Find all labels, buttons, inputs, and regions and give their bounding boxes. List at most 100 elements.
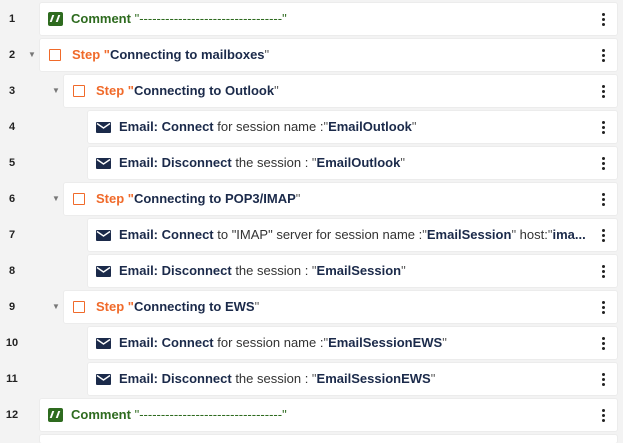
comment-keyword: Comment (71, 407, 131, 422)
envelope-icon (96, 374, 111, 385)
more-vertical-icon[interactable] (595, 327, 611, 359)
action-card[interactable]: Step "Connecting to POP3/IMAP" (64, 183, 617, 215)
action-card[interactable]: Email: Connect for session name :"EmailO… (88, 111, 617, 143)
email-keyword: Email: Connect (119, 119, 214, 134)
chevron-down-icon[interactable]: ▼ (26, 37, 38, 73)
line-number: 11 (6, 373, 18, 385)
envelope-icon (96, 230, 111, 241)
more-vertical-icon[interactable] (595, 219, 611, 251)
step-keyword: Step (96, 299, 125, 314)
action-card[interactable]: Comment "-------------------------------… (40, 3, 617, 35)
comment-icon (48, 12, 63, 26)
line-number: 9 (8, 301, 16, 313)
action-row[interactable]: 3 ▼ Step "Connecting to Outlook" (0, 73, 623, 109)
session-name: EmailSession (316, 263, 402, 278)
action-text: Step "Connecting to EWS" (96, 299, 260, 314)
step-keyword: Step (72, 47, 101, 62)
action-row[interactable]: 1 Comment "-----------------------------… (0, 1, 623, 37)
action-text: Step "Connecting to POP3/IMAP" (96, 191, 301, 206)
action-row[interactable]: 9 ▼ Step "Connecting to EWS" (0, 289, 623, 325)
action-row[interactable]: 6 ▼ Step "Connecting to POP3/IMAP" (0, 181, 623, 217)
envelope-icon (96, 266, 111, 277)
step-checkbox-icon (73, 301, 85, 313)
step-name: Connecting to EWS (133, 299, 255, 314)
email-keyword: Email: Disconnect (119, 371, 232, 386)
more-vertical-icon[interactable] (595, 363, 611, 395)
host-value: ima... (552, 227, 586, 242)
step-checkbox-icon (49, 49, 61, 61)
more-vertical-icon[interactable] (595, 111, 611, 143)
email-keyword: Email: Disconnect (119, 155, 232, 170)
action-card[interactable]: Email: Connect for session name :"EmailS… (88, 327, 617, 359)
email-keyword: Email: Disconnect (119, 263, 232, 278)
action-row-partial (0, 433, 623, 443)
more-vertical-icon[interactable] (595, 183, 611, 215)
comment-text: --------------------------------- (139, 11, 283, 26)
action-card[interactable]: Step "Connecting to Outlook" (64, 75, 617, 107)
step-checkbox-icon (73, 193, 85, 205)
line-number: 4 (8, 121, 16, 133)
step-name: Connecting to Outlook (133, 83, 275, 98)
action-row[interactable]: 7 Email: Connect to "IMAP" server for se… (0, 217, 623, 253)
session-name: EmailOutlook (328, 119, 412, 134)
action-text: Email: Disconnect the session : "EmailSe… (119, 263, 406, 278)
action-row[interactable]: 5 Email: Disconnect the session : "Email… (0, 145, 623, 181)
more-vertical-icon[interactable] (595, 3, 611, 35)
envelope-icon (96, 338, 111, 349)
action-card[interactable]: Step "Connecting to mailboxes" (40, 39, 617, 71)
comment-keyword: Comment (71, 11, 131, 26)
session-name: EmailSession (426, 227, 512, 242)
more-vertical-icon[interactable] (595, 147, 611, 179)
action-text: Step "Connecting to mailboxes" (72, 47, 270, 62)
action-card[interactable]: Email: Disconnect the session : "EmailOu… (88, 147, 617, 179)
more-vertical-icon[interactable] (595, 255, 611, 287)
envelope-icon (96, 122, 111, 133)
action-text: Email: Connect for session name :"EmailO… (119, 119, 417, 134)
action-row[interactable]: 10 Email: Connect for session name :"Ema… (0, 325, 623, 361)
session-name: EmailSessionEWS (316, 371, 431, 386)
more-vertical-icon[interactable] (595, 399, 611, 431)
more-vertical-icon[interactable] (595, 291, 611, 323)
action-card[interactable]: Comment "-------------------------------… (40, 399, 617, 431)
step-keyword: Step (96, 191, 125, 206)
line-number: 6 (8, 193, 16, 205)
action-card[interactable]: Email: Connect to "IMAP" server for sess… (88, 219, 617, 251)
step-keyword: Step (96, 83, 125, 98)
step-checkbox-icon (73, 85, 85, 97)
email-keyword: Email: Connect (119, 335, 214, 350)
action-text: Email: Connect for session name :"EmailS… (119, 335, 447, 350)
action-row[interactable]: 4 Email: Connect for session name :"Emai… (0, 109, 623, 145)
comment-text: --------------------------------- (139, 407, 283, 422)
line-number: 3 (8, 85, 16, 97)
action-text: Email: Connect to "IMAP" server for sess… (119, 227, 586, 242)
chevron-down-icon[interactable]: ▼ (50, 181, 62, 217)
line-number: 1 (8, 13, 16, 25)
more-vertical-icon[interactable] (595, 39, 611, 71)
action-row[interactable]: 12 Comment "----------------------------… (0, 397, 623, 433)
line-number: 2 (8, 49, 16, 61)
chevron-down-icon[interactable]: ▼ (50, 73, 62, 109)
action-row[interactable]: 11 Email: Disconnect the session : "Emai… (0, 361, 623, 397)
line-number: 7 (8, 229, 16, 241)
envelope-icon (96, 158, 111, 169)
action-row[interactable]: 8 Email: Disconnect the session : "Email… (0, 253, 623, 289)
action-text: Step "Connecting to Outlook" (96, 83, 279, 98)
session-name: EmailOutlook (316, 155, 401, 170)
line-number: 8 (8, 265, 16, 277)
step-name: Connecting to POP3/IMAP (133, 191, 296, 206)
action-card[interactable]: Email: Disconnect the session : "EmailSe… (88, 363, 617, 395)
email-keyword: Email: Connect (119, 227, 214, 242)
action-row[interactable]: 2 ▼ Step "Connecting to mailboxes" (0, 37, 623, 73)
more-vertical-icon[interactable] (595, 75, 611, 107)
step-name: Connecting to mailboxes (109, 47, 265, 62)
chevron-down-icon[interactable]: ▼ (50, 289, 62, 325)
action-text: Comment "-------------------------------… (71, 11, 287, 26)
action-card[interactable]: Email: Disconnect the session : "EmailSe… (88, 255, 617, 287)
line-number: 10 (5, 337, 19, 349)
action-card[interactable]: Step "Connecting to EWS" (64, 291, 617, 323)
action-card (40, 435, 617, 443)
line-number: 12 (5, 409, 19, 421)
action-text: Email: Disconnect the session : "EmailOu… (119, 155, 405, 170)
action-text: Email: Disconnect the session : "EmailSe… (119, 371, 436, 386)
line-number: 5 (8, 157, 16, 169)
